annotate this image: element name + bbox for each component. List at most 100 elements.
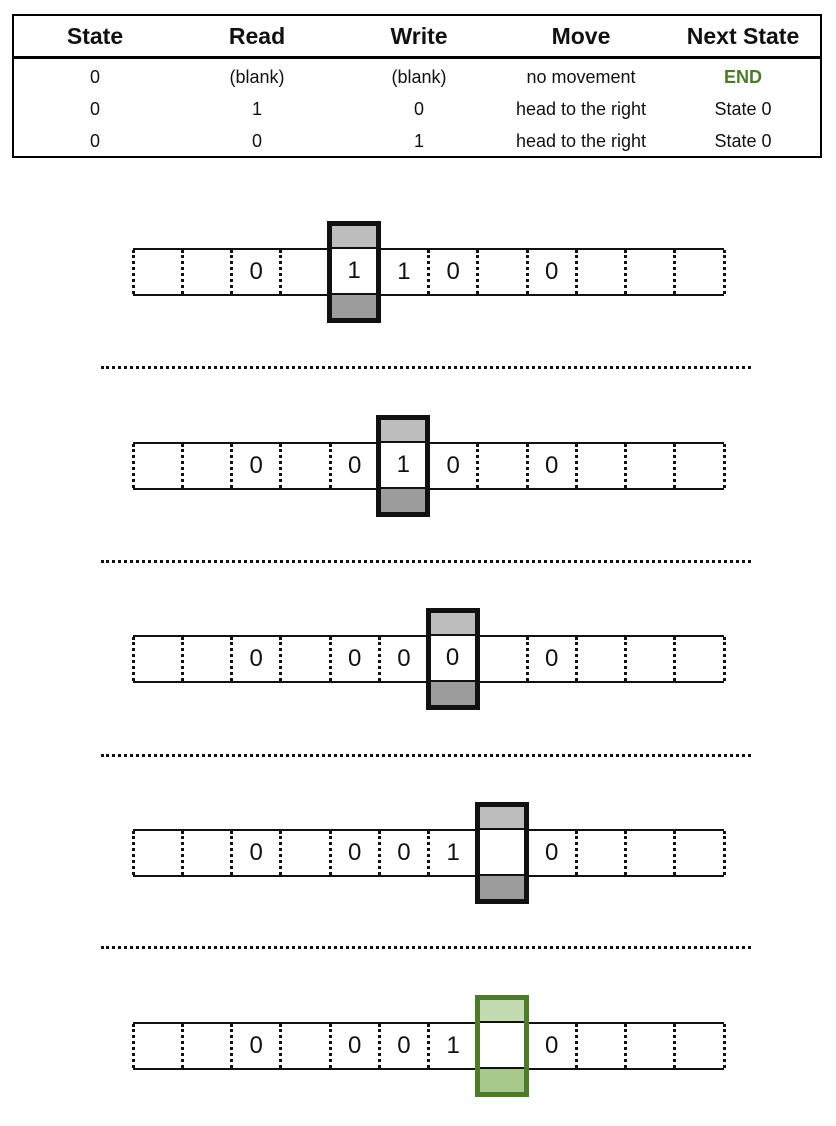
transition-table: State Read Write Move Next State 0 (blan… — [12, 14, 822, 158]
head-top-block — [332, 226, 376, 247]
tape-cell — [133, 250, 182, 294]
cell-next-state-end: END — [723, 67, 762, 87]
head-top-block — [381, 420, 426, 441]
head-bottom-block — [430, 680, 475, 705]
tape-cell — [281, 444, 330, 488]
cell-move: head to the right — [515, 131, 647, 151]
head-bottom-block — [479, 874, 524, 899]
tape-cell — [281, 250, 330, 294]
tape-cell — [133, 444, 182, 488]
tape-cell: 0 — [249, 1032, 263, 1059]
cell-write: 0 — [413, 99, 424, 119]
tape-cell: 1 — [446, 1032, 460, 1059]
table-header: State Read Write Move Next State — [14, 16, 820, 59]
cell-read: (blank) — [229, 67, 285, 87]
tape-head-final — [474, 995, 529, 1097]
tape-cell — [281, 831, 330, 875]
head-cell — [479, 1021, 524, 1067]
tape-cell — [576, 831, 625, 875]
tape-cell — [182, 444, 231, 488]
tape-cell — [626, 831, 675, 875]
cell-write: (blank) — [391, 67, 447, 87]
tape-cell — [675, 1024, 724, 1068]
tape: 0 1 0 0 — [131, 248, 726, 296]
header-read: Read — [228, 23, 286, 49]
head-cell: 1 — [332, 247, 376, 293]
head-bottom-block — [479, 1067, 524, 1092]
table-row: 0 (blank) (blank) no movement END — [14, 61, 820, 93]
tape-cell: 0 — [347, 839, 362, 866]
tape-cell — [133, 637, 182, 681]
tape-cell — [182, 637, 231, 681]
tape: 0 0 0 1 0 — [131, 1022, 726, 1070]
tape-cell — [626, 1024, 675, 1068]
cell-move: head to the right — [515, 99, 647, 119]
tape-cell — [182, 250, 231, 294]
tape-cell — [576, 1024, 625, 1068]
tape-cell: 0 — [544, 258, 559, 285]
step-separator — [101, 366, 751, 369]
tape-cell — [182, 831, 231, 875]
tape-cell — [478, 637, 527, 681]
tape-cell: 1 — [397, 258, 411, 285]
tape-cell: 0 — [397, 645, 411, 672]
step-separator — [101, 560, 751, 563]
tape-cell — [182, 1024, 231, 1068]
head-bottom-block — [381, 487, 426, 512]
tape-cell — [478, 444, 527, 488]
tape-cell — [281, 1024, 330, 1068]
cell-next-state: State 0 — [714, 131, 772, 151]
head-cell — [479, 828, 524, 874]
head-bottom-block — [332, 293, 376, 318]
tape-cell: 0 — [397, 839, 411, 866]
tape-cell — [626, 250, 675, 294]
head-top-block — [479, 1000, 524, 1021]
cell-read: 0 — [251, 131, 262, 151]
tape-cell — [133, 1024, 182, 1068]
tape-cell — [133, 831, 182, 875]
header-next-state: Next State — [686, 23, 800, 49]
tape: 0 0 0 1 0 — [131, 829, 726, 877]
tape-cell — [576, 250, 625, 294]
tape-cell — [576, 444, 625, 488]
step-separator — [101, 754, 751, 757]
header-state: State — [66, 23, 124, 49]
table-row: 0 1 0 head to the right State 0 — [14, 93, 820, 125]
tape-head: 1 — [327, 221, 381, 323]
tape-cell: 0 — [544, 1032, 559, 1059]
tape-cell — [626, 637, 675, 681]
tape-cell: 0 — [249, 452, 263, 479]
tape-head: 0 — [425, 608, 480, 710]
cell-write: 1 — [413, 131, 424, 151]
tape-head: 1 — [376, 415, 431, 517]
tape-cell: 0 — [347, 645, 362, 672]
tape-head — [474, 802, 529, 904]
tape-cell: 0 — [544, 645, 559, 672]
table-row: 0 0 1 head to the right State 0 — [14, 125, 820, 157]
tape-cell — [675, 831, 724, 875]
tape-cell: 1 — [446, 839, 460, 866]
tape-cell — [478, 250, 527, 294]
cell-read: 1 — [251, 99, 262, 119]
tape-cell: 0 — [544, 839, 559, 866]
tape-cell — [675, 250, 724, 294]
header-write: Write — [390, 23, 448, 49]
head-top-block — [430, 613, 475, 634]
tape-cell: 0 — [544, 452, 559, 479]
cell-state: 0 — [89, 131, 100, 151]
head-cell: 1 — [381, 441, 426, 487]
cell-state: 0 — [89, 67, 100, 87]
tape-cell — [626, 444, 675, 488]
cell-move: no movement — [526, 67, 636, 87]
head-top-block — [479, 807, 524, 828]
header-move: Move — [551, 23, 611, 49]
tape-cell — [576, 637, 625, 681]
tape-cell — [675, 637, 724, 681]
tape-cell: 0 — [249, 645, 263, 672]
head-cell: 0 — [430, 634, 475, 680]
tape-cell: 0 — [347, 1032, 362, 1059]
cell-state: 0 — [89, 99, 100, 119]
tape-cell: 0 — [249, 839, 263, 866]
tape-cell: 0 — [347, 452, 362, 479]
tape-cell: 0 — [446, 452, 460, 479]
